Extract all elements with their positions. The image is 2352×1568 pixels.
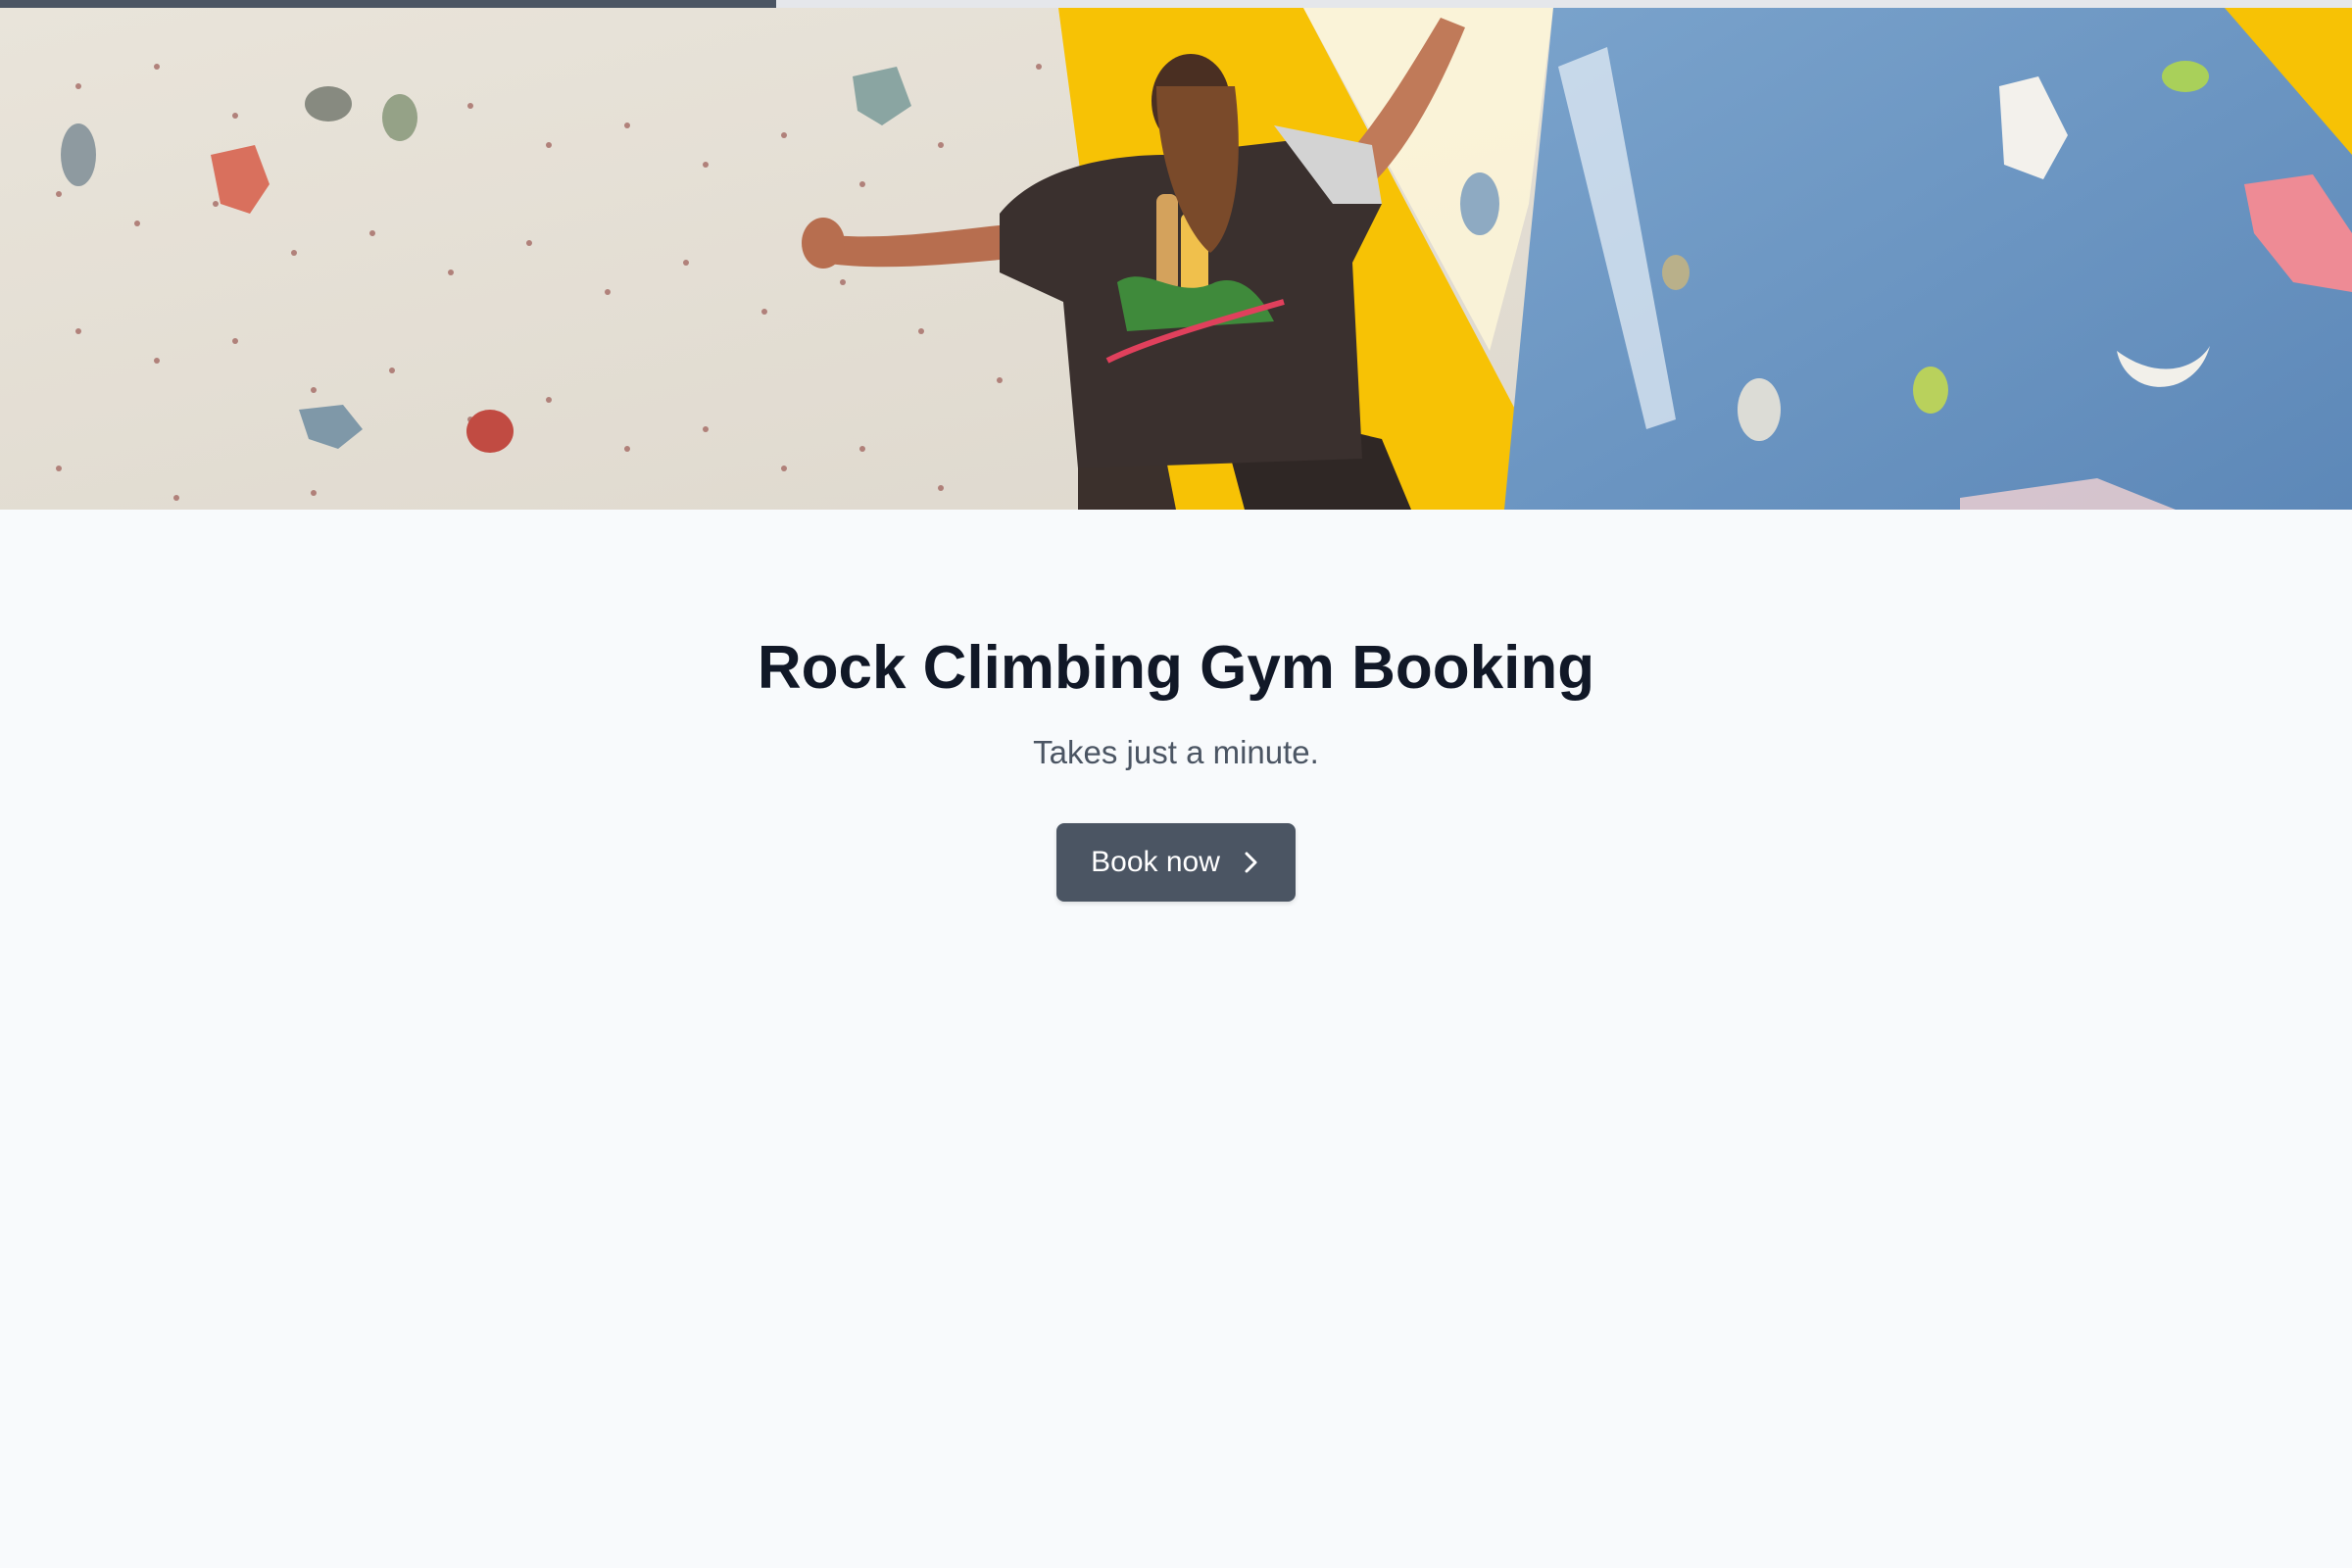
chevron-right-icon [1242,850,1261,875]
book-now-label: Book now [1091,846,1220,878]
progress-bar-fill [0,0,776,8]
page-subtitle: Takes just a minute. [1033,734,1319,770]
climbing-wall-photo [0,8,2352,510]
page-title: Rock Climbing Gym Booking [757,634,1595,702]
progress-bar [0,0,2352,8]
hero-image [0,8,2352,510]
book-now-button[interactable]: Book now [1056,823,1296,902]
